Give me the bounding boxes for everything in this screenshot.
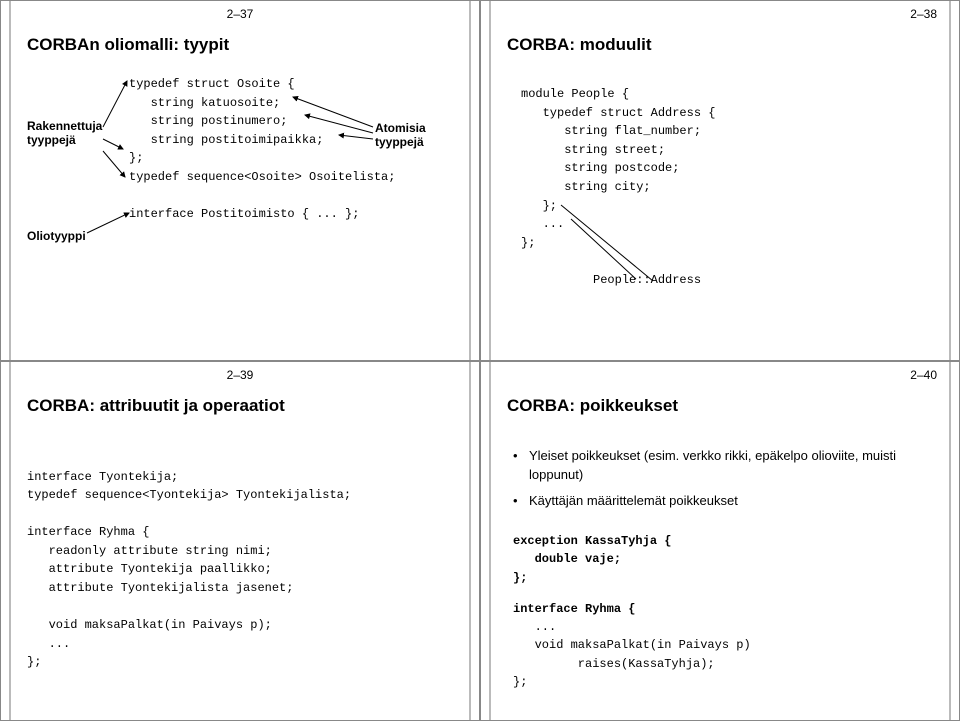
bullet-list: • Yleiset poikkeukset (esim. verkko rikk… <box>513 446 933 517</box>
bullet-dot: • <box>513 446 529 485</box>
code-block: interface Tyontekija; typedef sequence<T… <box>27 468 351 673</box>
bullet-item: • Yleiset poikkeukset (esim. verkko rikk… <box>513 446 933 485</box>
page-number: 2–40 <box>910 368 937 382</box>
code-block-1: exception KassaTyhja { double vaje; }; <box>513 532 671 588</box>
label-rakennettuja: Rakennettuja tyyppejä <box>27 119 102 147</box>
slide-title: CORBA: attribuutit ja operaatiot <box>27 396 285 416</box>
label-oliotyyppi: Oliotyyppi <box>27 229 86 243</box>
code-block-3: ... void maksaPalkat(in Paivays p) raise… <box>513 618 751 692</box>
page-number: 2–37 <box>227 7 254 21</box>
page-number: 2–38 <box>910 7 937 21</box>
code-block-2: interface Ryhma { <box>513 600 635 619</box>
slide-39: 2–39 CORBA: attribuutit ja operaatiot in… <box>0 361 480 721</box>
slide-title: CORBAn oliomalli: tyypit <box>27 35 229 55</box>
bullet-dot: • <box>513 491 529 511</box>
bullet-item: • Käyttäjän määrittelemät poikkeukset <box>513 491 933 511</box>
code-block: typedef struct Osoite { string katuosoit… <box>129 75 395 224</box>
slide-title: CORBA: moduulit <box>507 35 651 55</box>
code-block: module People { typedef struct Address {… <box>521 85 715 290</box>
page-number: 2–39 <box>227 368 254 382</box>
slide-title: CORBA: poikkeukset <box>507 396 678 416</box>
slide-40: 2–40 CORBA: poikkeukset • Yleiset poikke… <box>480 361 960 721</box>
slide-37: 2–37 CORBAn oliomalli: tyypit Rakennettu… <box>0 0 480 361</box>
slide-38: 2–38 CORBA: moduulit module People { typ… <box>480 0 960 361</box>
